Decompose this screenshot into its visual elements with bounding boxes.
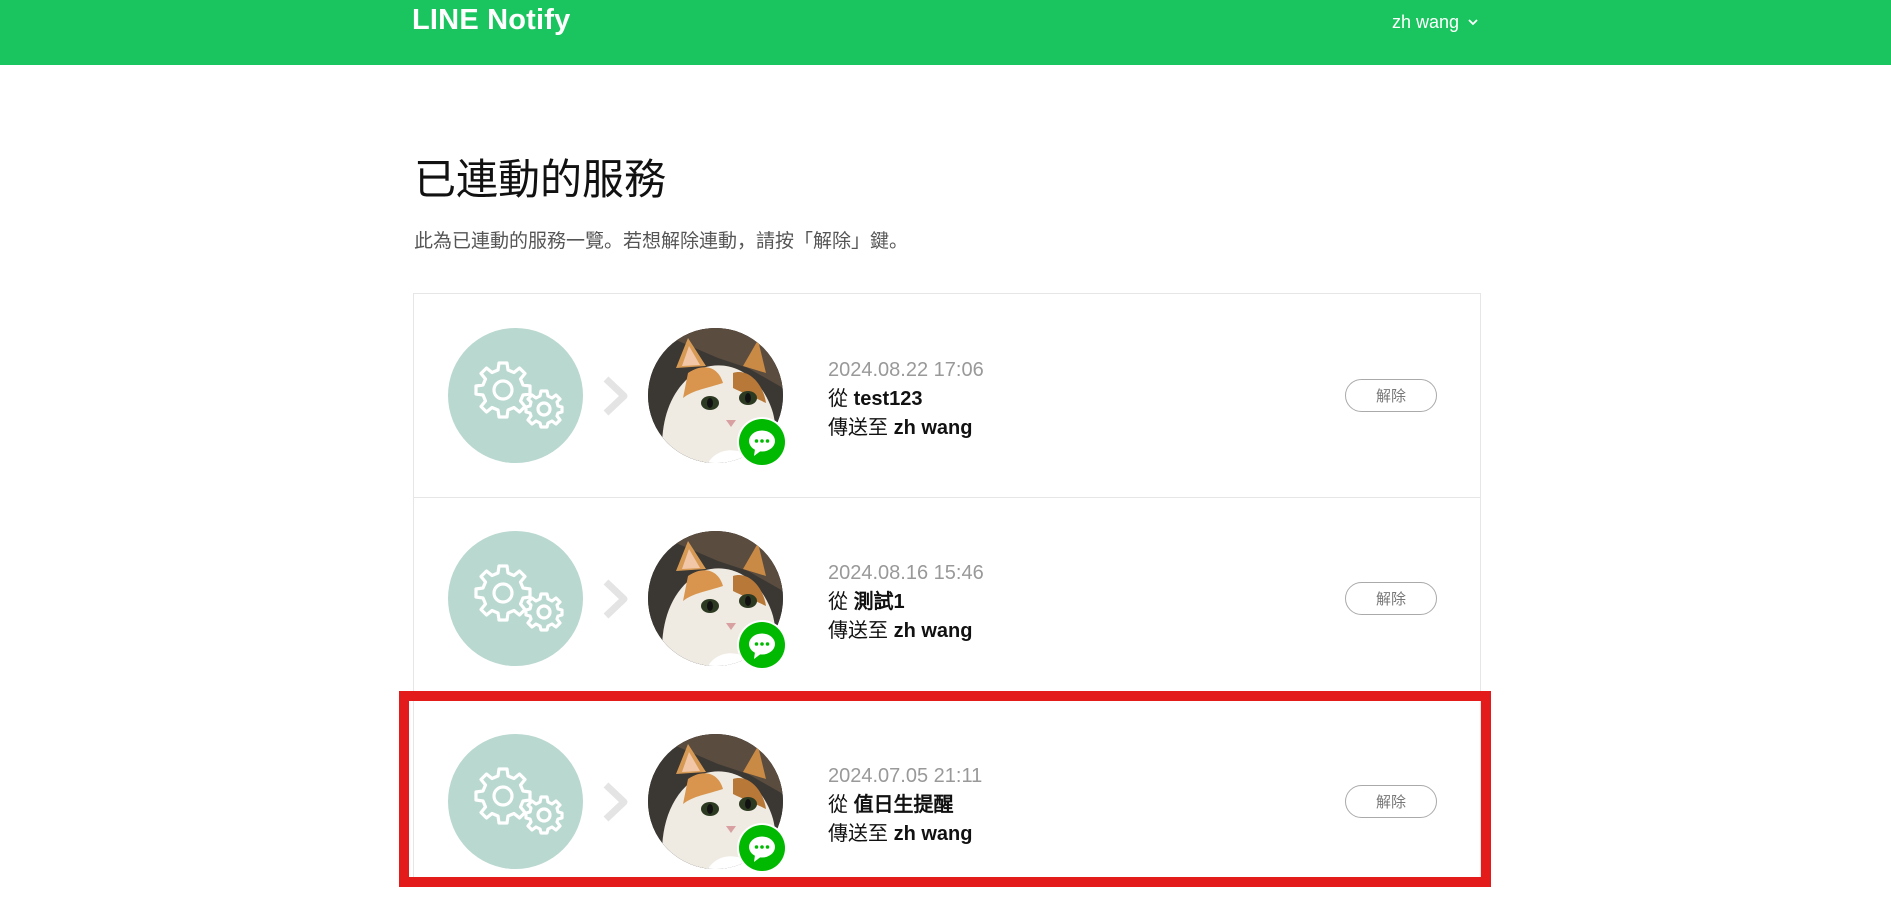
gears-icon [448, 734, 583, 869]
unlink-button[interactable]: 解除 [1345, 785, 1437, 818]
connected-date: 2024.08.22 17:06 [828, 359, 984, 381]
page-description: 此為已連動的服務一覽。若想解除連動，請按「解除」鍵。 [414, 230, 909, 252]
to-prefix: 傳送至 [828, 415, 888, 439]
recipient-avatar [648, 328, 785, 465]
to-line: 傳送至 zh wang [828, 819, 982, 848]
service-info: 2024.08.16 15:46 從 測試1 傳送至 zh wang [828, 559, 984, 645]
to-prefix: 傳送至 [828, 821, 888, 845]
line-chat-icon [739, 622, 785, 668]
recipient-name: zh wang [893, 417, 973, 439]
service-name: 值日生提醒 [853, 794, 954, 816]
chevron-right-icon [600, 376, 630, 421]
gears-icon [448, 328, 583, 463]
unlink-button[interactable]: 解除 [1345, 379, 1437, 412]
chevron-right-icon [600, 782, 630, 827]
service-info: 2024.08.22 17:06 從 test123 傳送至 zh wang [828, 356, 984, 442]
from-line: 從 值日生提醒 [828, 790, 982, 819]
service-name: 測試1 [853, 591, 905, 613]
to-prefix: 傳送至 [828, 618, 888, 642]
service-row: 2024.08.22 17:06 從 test123 傳送至 zh wang 解… [414, 294, 1480, 498]
page-title: 已連動的服務 [414, 155, 667, 204]
line-notify-logo[interactable]: LINE Notify [412, 4, 570, 37]
unlink-button[interactable]: 解除 [1345, 582, 1437, 615]
chevron-down-icon [1467, 16, 1479, 28]
connected-services-list: 2024.08.22 17:06 從 test123 傳送至 zh wang 解… [413, 293, 1481, 887]
to-line: 傳送至 zh wang [828, 413, 984, 442]
recipient-name: zh wang [893, 620, 973, 642]
connected-date: 2024.07.05 21:11 [828, 765, 983, 787]
from-line: 從 test123 [828, 384, 984, 413]
service-row: 2024.08.16 15:46 從 測試1 傳送至 zh wang 解除 [414, 497, 1480, 701]
service-name: test123 [853, 388, 923, 410]
recipient-name: zh wang [893, 823, 973, 845]
top-nav-bar: LINE Notify zh wang [0, 0, 1891, 65]
line-chat-icon [739, 419, 785, 465]
recipient-avatar [648, 734, 785, 871]
recipient-avatar [648, 531, 785, 668]
user-menu[interactable]: zh wang [1392, 10, 1479, 34]
service-row: 2024.07.05 21:11 從 值日生提醒 傳送至 zh wang 解除 [414, 700, 1480, 904]
from-line: 從 測試1 [828, 587, 984, 616]
gears-icon [448, 531, 583, 666]
connected-date: 2024.08.16 15:46 [828, 562, 984, 584]
line-chat-icon [739, 825, 785, 871]
user-name: zh wang [1392, 11, 1460, 32]
service-info: 2024.07.05 21:11 從 值日生提醒 傳送至 zh wang [828, 762, 982, 848]
from-prefix: 從 [828, 589, 848, 613]
from-prefix: 從 [828, 792, 848, 816]
chevron-right-icon [600, 579, 630, 624]
from-prefix: 從 [828, 386, 848, 410]
to-line: 傳送至 zh wang [828, 616, 984, 645]
